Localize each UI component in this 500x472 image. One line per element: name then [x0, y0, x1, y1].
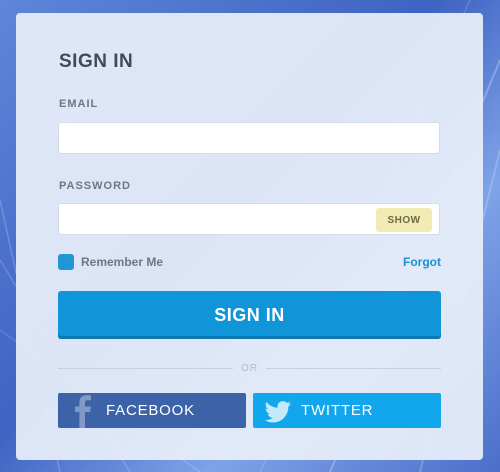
remember-me-checkbox[interactable]: Remember Me: [58, 253, 163, 271]
sign-in-button[interactable]: SIGN IN: [58, 291, 441, 339]
facebook-icon: [68, 393, 98, 428]
divider-line-right: [266, 367, 441, 369]
checkbox-icon[interactable]: [58, 254, 74, 270]
remember-me-label: Remember Me: [81, 255, 164, 269]
twitter-label: TWITTER: [301, 402, 374, 419]
twitter-login-button[interactable]: TWITTER: [253, 393, 441, 428]
divider-line-left: [58, 367, 233, 369]
twitter-icon: [263, 393, 293, 428]
facebook-label: FACEBOOK: [106, 402, 195, 419]
forgot-link[interactable]: Forgot: [403, 255, 441, 269]
email-label: EMAIL: [59, 98, 99, 110]
facebook-login-button[interactable]: FACEBOOK: [58, 393, 246, 428]
email-input[interactable]: [58, 122, 440, 154]
password-label: PASSWORD: [59, 180, 131, 192]
sign-in-title: SIGN IN: [59, 51, 134, 72]
or-divider: OR: [58, 361, 441, 375]
show-password-button[interactable]: SHOW: [376, 208, 432, 232]
sign-in-card: SIGN IN EMAIL PASSWORD SHOW Remember Me …: [16, 13, 483, 460]
or-label: OR: [241, 362, 258, 374]
